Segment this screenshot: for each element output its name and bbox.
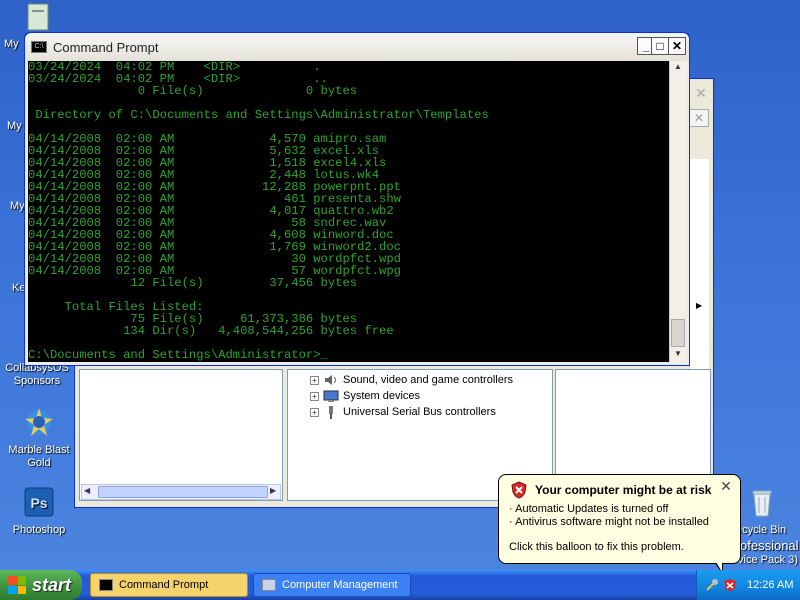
- command-prompt-icon: [99, 579, 113, 591]
- tree-item-label: Universal Serial Bus controllers: [343, 406, 496, 418]
- scrollbar-thumb[interactable]: [671, 319, 685, 347]
- console-line: 134 Dir(s) 4,408,544,256 bytes free: [28, 324, 394, 338]
- my-documents-icon[interactable]: [26, 2, 50, 32]
- title-bar[interactable]: C:\ Command Prompt _ □ ✕: [25, 33, 689, 61]
- my-documents-label[interactable]: My: [4, 38, 19, 50]
- close-icon[interactable]: ✕: [719, 479, 733, 494]
- watermark-service-pack: vice Pack 3): [738, 554, 798, 566]
- start-label: start: [32, 574, 72, 595]
- desktop-icon-photoshop[interactable]: Ps Photoshop: [4, 486, 74, 536]
- close-icon[interactable]: ✕: [689, 109, 709, 127]
- my-network-label[interactable]: My: [10, 200, 25, 212]
- console-line: C:\Documents and Settings\Administrator>…: [28, 348, 328, 362]
- console-tree-pane[interactable]: [79, 369, 283, 501]
- console-frame: 03/24/2024 04:02 PM <DIR> . 03/24/2024 04…: [25, 61, 689, 365]
- horizontal-scrollbar[interactable]: ◀ ▶: [81, 484, 281, 500]
- taskbar-item-label: Computer Management: [282, 579, 398, 591]
- vertical-scrollbar[interactable]: ▲ ▼: [669, 61, 686, 362]
- my-computer-label[interactable]: My: [7, 120, 22, 132]
- balloon-action[interactable]: Click this balloon to fix this problem.: [509, 541, 684, 553]
- marble-blast-icon: [25, 408, 53, 436]
- tree-item-label: Sound, video and game controllers: [343, 374, 513, 386]
- taskbar-item-command-prompt[interactable]: Command Prompt: [90, 573, 248, 597]
- taskbar-item-label: Command Prompt: [119, 579, 209, 591]
- shield-warning-icon: [511, 481, 527, 499]
- chevron-up-icon[interactable]: ▲: [672, 62, 684, 74]
- svg-text:Ps: Ps: [30, 495, 47, 511]
- security-shield-icon[interactable]: [723, 578, 737, 592]
- command-prompt-window: C:\ Command Prompt _ □ ✕ 03/24/2024 04:0…: [24, 32, 690, 366]
- console-line: 0 File(s) 0 bytes: [28, 84, 358, 98]
- command-prompt-icon: C:\: [31, 41, 47, 53]
- tree-item-system-devices[interactable]: + System devices: [310, 388, 420, 404]
- system-devices-icon: [323, 390, 339, 402]
- tree-item-sound[interactable]: + Sound, video and game controllers: [310, 372, 513, 388]
- scrollbar-thumb[interactable]: [98, 486, 268, 498]
- watermark-edition: ofessional: [740, 538, 799, 553]
- clock[interactable]: 12:26 AM: [747, 579, 793, 591]
- tree-item-usb[interactable]: + Universal Serial Bus controllers: [310, 404, 496, 420]
- recycle-bin-label[interactable]: ecycle Bin: [736, 524, 786, 536]
- windows-logo-icon: [8, 576, 26, 594]
- tools-icon[interactable]: [705, 578, 719, 592]
- expand-icon[interactable]: +: [310, 375, 319, 385]
- balloon-message: · Automatic Updates is turned off: [509, 503, 669, 515]
- desktop-icon-marble-blast[interactable]: Marble Blast Gold: [4, 406, 74, 470]
- window-title: Command Prompt: [53, 39, 159, 55]
- balloon-message: · Antivirus software might not be instal…: [509, 516, 709, 528]
- tree-item-label: System devices: [343, 390, 421, 402]
- system-tray: 12:26 AM: [696, 570, 800, 600]
- desktop-icon-label: Photoshop: [12, 524, 66, 536]
- vertical-scrollbar[interactable]: ▶: [689, 159, 709, 369]
- console-line: 12 File(s) 37,456 bytes: [28, 276, 358, 290]
- close-button[interactable]: ✕: [668, 37, 686, 55]
- console-line: Directory of C:\Documents and Settings\A…: [28, 108, 489, 122]
- computer-management-icon: [262, 579, 276, 591]
- taskbar: start Command Prompt Computer Management…: [0, 570, 800, 600]
- chevron-down-icon[interactable]: ▼: [672, 349, 684, 361]
- maximize-button[interactable]: □: [651, 37, 669, 55]
- expand-icon[interactable]: +: [310, 391, 319, 401]
- desktop-icon-label: Marble Blast Gold: [8, 444, 70, 469]
- chevron-right-icon[interactable]: ▶: [696, 301, 702, 310]
- taskbar-item-computer-management[interactable]: Computer Management: [253, 573, 411, 597]
- start-button[interactable]: start: [0, 570, 82, 600]
- usb-icon: [329, 406, 333, 419]
- chevron-right-icon[interactable]: ▶: [270, 486, 276, 495]
- close-icon[interactable]: ✕: [691, 85, 711, 103]
- expand-icon[interactable]: +: [310, 407, 319, 417]
- recycle-bin-icon: [752, 490, 772, 517]
- sound-icon: [325, 375, 336, 385]
- desktop-icon-recycle-bin[interactable]: [732, 486, 792, 524]
- chevron-left-icon[interactable]: ◀: [84, 486, 90, 495]
- balloon-title: Your computer might be at risk: [535, 483, 712, 497]
- console-output[interactable]: 03/24/2024 04:02 PM <DIR> . 03/24/2024 04…: [28, 61, 669, 362]
- photoshop-icon: Ps: [24, 487, 54, 517]
- security-balloon[interactable]: Your computer might be at risk ✕ · Autom…: [498, 474, 741, 575]
